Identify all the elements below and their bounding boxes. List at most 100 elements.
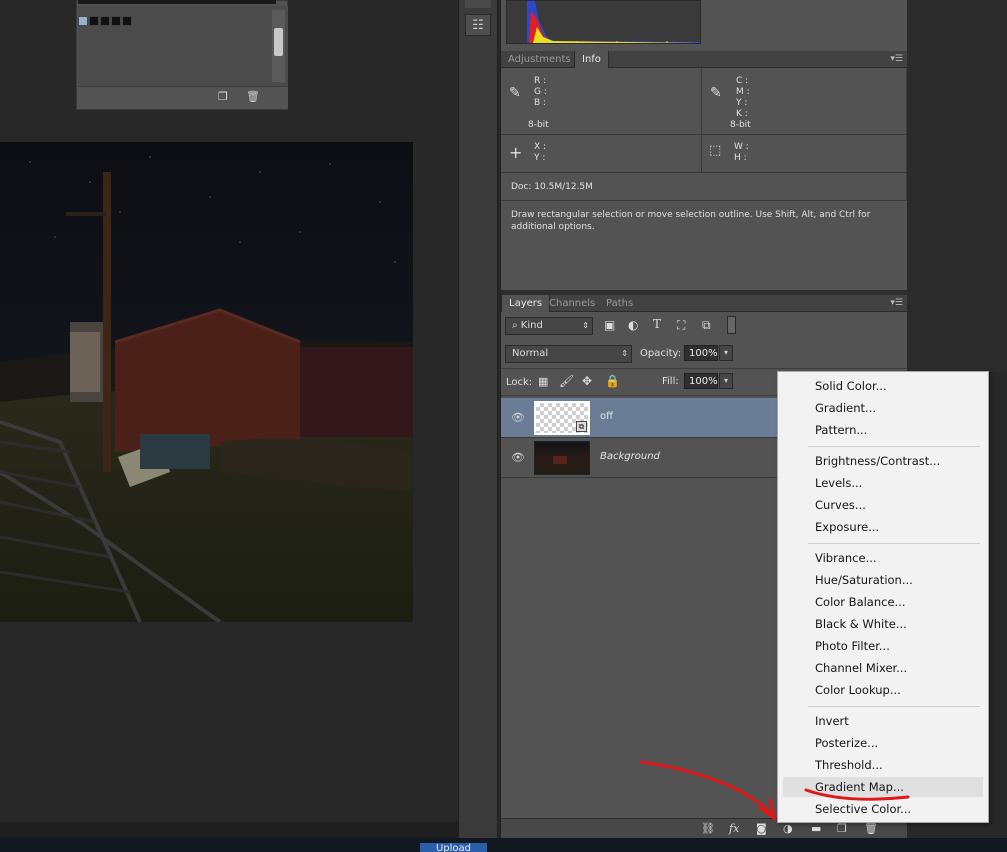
info-cmyk-cell: ✎ C : M : Y : K : 8-bit	[702, 69, 907, 135]
menu-item-color-balance[interactable]: Color Balance...	[778, 592, 988, 612]
chevron-updown-icon: ⇕	[621, 349, 628, 358]
upload-button[interactable]: Upload	[420, 843, 487, 852]
swatch[interactable]	[122, 16, 132, 26]
lock-transparent-icon[interactable]: ▦	[538, 375, 548, 388]
lock-move-icon[interactable]: ✥	[582, 374, 592, 388]
menu-item-curves[interactable]: Curves...	[778, 495, 988, 515]
fill-dropdown[interactable]: ▾	[719, 373, 733, 389]
menu-separator	[808, 446, 980, 447]
menu-separator	[808, 706, 980, 707]
bitdepth-right: 8-bit	[730, 120, 751, 130]
workspace-edge	[907, 0, 1007, 372]
menu-item-hue-saturation[interactable]: Hue/Saturation...	[778, 570, 988, 590]
chevron-updown-icon: ⇕	[582, 321, 589, 330]
filter-toggle-switch[interactable]	[727, 316, 736, 334]
histogram-graph	[527, 1, 700, 43]
label-x: X :	[534, 142, 547, 152]
menu-item-gradient[interactable]: Gradient...	[778, 398, 988, 418]
new-swatch-icon[interactable]: ❐	[218, 90, 228, 103]
label-g: G :	[534, 87, 547, 97]
filter-adjustment-icon[interactable]: ◐	[628, 318, 638, 332]
eye-icon[interactable]: 👁	[511, 451, 525, 464]
swatch[interactable]	[100, 16, 110, 26]
swatch-scroll-thumb[interactable]	[274, 28, 283, 56]
opacity-dropdown[interactable]: ▾	[719, 345, 733, 361]
panel-menu-icon[interactable]: ▾☰	[890, 54, 903, 64]
swatch[interactable]	[78, 16, 88, 26]
document-image[interactable]	[0, 142, 413, 622]
adjustment-layer-icon[interactable]: ◑	[783, 822, 793, 835]
layer-name: Background	[600, 451, 660, 462]
filter-pixel-icon[interactable]: ▣	[604, 318, 615, 332]
opacity-input[interactable]: 100%	[684, 345, 718, 361]
info-wh-cell: ⬚ W : H :	[702, 135, 907, 173]
swatch[interactable]	[111, 16, 121, 26]
label-y-coord: Y :	[534, 153, 546, 163]
night-scene-image	[0, 142, 413, 622]
tab-info[interactable]: Info	[574, 51, 609, 68]
blend-mode-select[interactable]: Normal ⇕	[505, 345, 632, 363]
tab-adjustments[interactable]: Adjustments	[501, 51, 578, 68]
taskbar	[0, 838, 1007, 852]
layer-thumbnail	[534, 441, 590, 475]
menu-item-photo-filter[interactable]: Photo Filter...	[778, 636, 988, 656]
label-h: H :	[734, 153, 747, 163]
filter-shape-icon[interactable]: ⛶	[677, 318, 685, 333]
label-w: W :	[734, 142, 749, 152]
new-layer-icon[interactable]: ❐	[837, 822, 847, 835]
menu-item-levels[interactable]: Levels...	[778, 473, 988, 493]
label-c: C :	[736, 76, 749, 86]
eyedropper-icon[interactable]: ✎	[509, 85, 521, 101]
lock-all-icon[interactable]: 🔒	[605, 374, 620, 388]
adjustment-layer-menu: Solid Color... Gradient... Pattern... Br…	[777, 371, 989, 823]
menu-item-invert[interactable]: Invert	[778, 711, 988, 731]
eye-icon[interactable]: 👁	[511, 411, 525, 424]
menu-item-threshold[interactable]: Threshold...	[778, 755, 988, 775]
panel-dock-column: ☷	[458, 0, 498, 838]
filter-smartobject-icon[interactable]: ⧉	[702, 318, 711, 333]
group-folder-icon[interactable]: ▬	[811, 822, 821, 835]
menu-item-channel-mixer[interactable]: Channel Mixer...	[778, 658, 988, 678]
tab-paths[interactable]: Paths	[599, 295, 640, 312]
menu-item-black-white[interactable]: Black & White...	[778, 614, 988, 634]
opacity-label: Opacity:	[640, 348, 682, 359]
menu-item-posterize[interactable]: Posterize...	[778, 733, 988, 753]
histogram	[506, 0, 701, 44]
layer-name: off	[600, 411, 614, 422]
menu-item-vibrance[interactable]: Vibrance...	[778, 548, 988, 568]
properties-icon[interactable]: ☷	[465, 14, 491, 36]
menu-item-solid-color[interactable]: Solid Color...	[778, 376, 988, 396]
swatch-panel-footer: ❐ 🗑	[78, 86, 288, 108]
fill-input[interactable]: 100%	[684, 373, 718, 389]
link-layers-icon[interactable]: ⛓	[701, 822, 715, 835]
dock-handle-icon[interactable]	[465, 0, 491, 8]
info-rgb-cell: ✎ R : G : B : 8-bit	[501, 69, 702, 135]
menu-item-selective-color[interactable]: Selective Color...	[778, 799, 988, 819]
fx-icon[interactable]: fx	[729, 822, 739, 835]
label-k: K :	[736, 109, 748, 119]
lock-brush-icon[interactable]: 🖌	[559, 374, 574, 388]
menu-item-exposure[interactable]: Exposure...	[778, 517, 988, 537]
trash-icon[interactable]: 🗑	[864, 822, 878, 835]
tab-channels[interactable]: Channels	[542, 295, 602, 312]
layer-mask-icon[interactable]: ◙	[756, 822, 767, 835]
layer-filter-select[interactable]: ⌕ Kind ⇕	[505, 317, 593, 335]
menu-item-color-lookup[interactable]: Color Lookup...	[778, 680, 988, 700]
label-r: R :	[534, 76, 547, 86]
layer-thumbnail: ⧉	[534, 401, 590, 435]
filter-kind-label: Kind	[520, 320, 543, 331]
swatch-strip	[78, 0, 276, 4]
blend-mode-value: Normal	[512, 348, 549, 359]
thumbnail-detail	[553, 456, 567, 464]
menu-item-pattern[interactable]: Pattern...	[778, 420, 988, 440]
menu-item-gradient-map[interactable]: Gradient Map...	[783, 777, 983, 797]
eyedropper-icon[interactable]: ✎	[710, 85, 722, 101]
filter-type-icon[interactable]: T	[653, 317, 661, 331]
layers-panel-tabbar: Layers Channels Paths ▾☰	[501, 295, 907, 312]
swatch[interactable]	[89, 16, 99, 26]
trash-icon[interactable]: 🗑	[246, 90, 260, 103]
fill-label: Fill:	[662, 376, 679, 387]
panel-menu-icon[interactable]: ▾☰	[890, 298, 903, 308]
menu-item-brightness-contrast[interactable]: Brightness/Contrast...	[778, 451, 988, 471]
crosshair-icon: +	[509, 143, 523, 162]
